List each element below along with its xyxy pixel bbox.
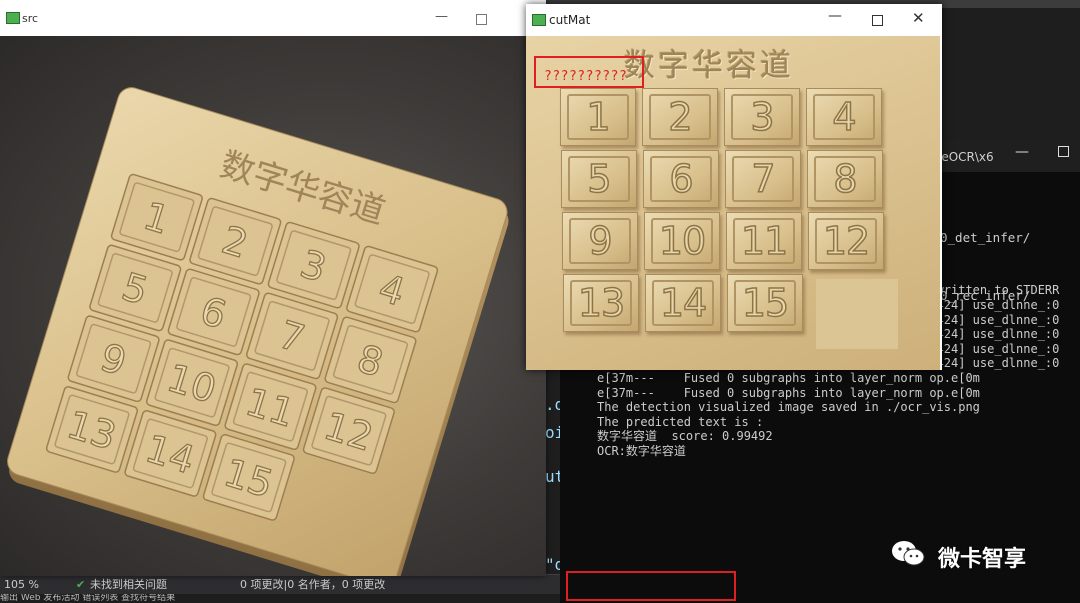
minimize-icon[interactable]: — (828, 8, 842, 24)
puzzle-tile: 10 (644, 212, 720, 270)
puzzle-tile: 13 (563, 274, 639, 332)
tile-number: 1 (586, 94, 612, 140)
tile-frame: 9 (569, 218, 631, 264)
ocr-overlay-text: ?????????? (544, 69, 628, 84)
tile-number: 3 (750, 94, 776, 140)
check-icon: ✔ (76, 578, 86, 591)
console-line: The detection visualized image saved in … (597, 400, 980, 415)
ocr-result-highlight (566, 571, 736, 601)
puzzle-tile: 8 (807, 150, 883, 208)
tile-number: 8 (833, 156, 859, 202)
tile-number: 5 (587, 156, 613, 202)
puzzle-tile: 5 (561, 150, 637, 208)
maximize-icon[interactable] (476, 14, 487, 25)
close-icon[interactable]: ✕ (912, 9, 925, 27)
tile-number: 14 (659, 280, 708, 326)
cropped-heading: 数字华容道 (624, 48, 794, 84)
puzzle-tile: 9 (562, 212, 638, 270)
tile-number: 12 (822, 218, 871, 264)
ocr-result-line: OCR:数字华容道 (597, 443, 686, 458)
tile-frame: 8 (814, 156, 876, 202)
tile-number: 7 (751, 156, 777, 202)
console-line: e[37m--- Fused 0 subgraphs into layer_no… (597, 370, 980, 385)
window-app-icon (532, 14, 546, 26)
puzzle-tile: 1 (560, 88, 636, 146)
tile-frame: 6 (650, 156, 712, 202)
tile-number: 6 (669, 156, 695, 202)
wechat-icon (892, 541, 925, 566)
watermark: 微卡智享 (890, 535, 1070, 575)
puzzle-tile: 4 (806, 88, 882, 146)
tile-frame: 15 (734, 280, 796, 326)
console-line: 数字华容道 score: 0.99492 (597, 429, 773, 444)
tile-number: 4 (832, 94, 858, 140)
minimize-icon[interactable]: — (435, 9, 448, 24)
tile-frame: 14 (652, 280, 714, 326)
cutmat-title: cutMat (549, 13, 591, 27)
tile-number: 15 (741, 280, 790, 326)
puzzle-tile: 11 (726, 212, 802, 270)
tile-number: 2 (668, 94, 694, 140)
tile-frame: 5 (568, 156, 630, 202)
maximize-icon[interactable] (1058, 146, 1069, 157)
window-app-icon (6, 12, 20, 24)
output-tabs[interactable]: 输出 Web 发布活动 错误列表 查找符号结果 (0, 594, 560, 603)
console-line: The predicted text is : (597, 414, 764, 429)
puzzle-board-photo: 数字华容道 1 2 3 45 6 7 89 10 11 1213 14 15 (7, 87, 509, 595)
tile-frame: 10 (651, 218, 713, 264)
tile-frame: 1 (567, 94, 629, 140)
src-titlebar[interactable]: src — (0, 0, 546, 36)
cutmat-window[interactable]: cutMat — ✕ 数字华容道 ?????????? 1 2 3 4 5 6 7 8 9 10 1… (526, 4, 942, 370)
tile-number: 10 (658, 218, 707, 264)
maximize-icon[interactable] (872, 15, 883, 26)
cropped-board-image: 数字华容道 ?????????? 1 2 3 4 5 6 7 8 9 10 11 12 13 14 15 (526, 36, 940, 370)
src-title: src (22, 12, 39, 25)
tile-number: 11 (740, 218, 789, 264)
tile-frame: 13 (570, 280, 632, 326)
zoom-level[interactable]: 105 % (4, 575, 39, 595)
empty-slot (816, 279, 898, 349)
watermark-text: 微卡智享 (938, 547, 1027, 572)
tile-number: 9 (588, 218, 614, 264)
source-photo: 数字华容道 1 2 3 4 5 6 7 8 9 10 11 12 13 14 15 (0, 36, 546, 595)
console-title: leOCR\x6 (938, 150, 994, 164)
puzzle-tile: 3 (724, 88, 800, 146)
tile-frame: 3 (731, 94, 793, 140)
tile-frame: 7 (732, 156, 794, 202)
puzzle-tile: 15 (727, 274, 803, 332)
status-bar: 105 % ✔ 未找到相关问题 0 项更改|0 名作者，0 项更改 (0, 574, 560, 595)
cutmat-titlebar[interactable]: cutMat — ✕ (526, 4, 942, 36)
changes-status[interactable]: 0 项更改|0 名作者，0 项更改 (240, 575, 385, 595)
puzzle-tile: 7 (725, 150, 801, 208)
puzzle-tile: 12 (808, 212, 884, 270)
src-window[interactable]: src — 数字华容道 1 2 3 4 5 6 7 8 9 10 11 12 13 14 15 (0, 0, 546, 595)
tile-frame: 11 (733, 218, 795, 264)
tile-frame: 12 (815, 218, 877, 264)
tile-number: 13 (577, 280, 626, 326)
puzzle-tile: 2 (642, 88, 718, 146)
issues-status[interactable]: 未找到相关问题 (90, 575, 167, 595)
puzzle-tile: 14 (645, 274, 721, 332)
console-line: e[37m--- Fused 0 subgraphs into layer_no… (597, 385, 980, 400)
tile-frame: 2 (649, 94, 711, 140)
puzzle-tile: 6 (643, 150, 719, 208)
tile-frame: 4 (813, 94, 875, 140)
minimize-icon[interactable]: — (1015, 144, 1029, 160)
